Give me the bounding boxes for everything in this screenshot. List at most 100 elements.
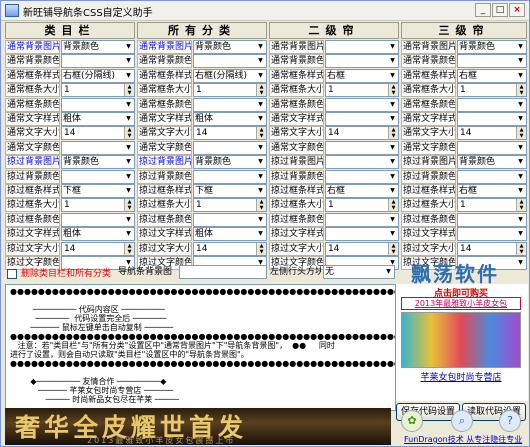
setting-label: 掠过背景图片 [5,155,60,169]
setting-spinner[interactable]: 14 ▲ ▼ [325,126,399,140]
setting-select[interactable]: ▼ [325,170,399,184]
setting-spinner[interactable]: 1 ▲ ▼ [457,83,527,97]
setting-select[interactable]: 右框 ▼ [325,69,399,83]
setting-select[interactable]: 粗体 ▼ [193,227,267,241]
setting-label: 掠过框条样式 [269,184,324,198]
setting-select[interactable]: ▼ [193,98,267,112]
setting-select[interactable]: ▼ [61,54,135,68]
setting-select[interactable]: 背景颜色 ▼ [457,40,527,54]
setting-label: 通常框条样式 [5,69,60,83]
setting-select[interactable]: ▼ [457,98,527,112]
spin-down-icon[interactable]: ▼ [124,90,134,96]
delete-checkbox[interactable] [7,269,17,279]
setting-select[interactable]: ▼ [325,227,399,241]
setting-spinner[interactable]: 1 ▲ ▼ [325,83,399,97]
spin-down-icon[interactable]: ▼ [516,133,526,139]
setting-select[interactable]: 背景颜色 ▼ [193,40,267,54]
setting-select[interactable]: ▼ [457,213,527,227]
setting-spinner[interactable]: 14 ▲ ▼ [457,126,527,140]
setting-select[interactable]: ▼ [325,141,399,155]
setting-spinner[interactable]: 14 ▲ ▼ [61,126,135,140]
spin-down-icon[interactable]: ▼ [388,249,398,255]
setting-label: 通常文字大小 [137,126,192,140]
setting-select[interactable]: 下框 ▼ [61,184,135,198]
spin-down-icon[interactable]: ▼ [256,133,266,139]
setting-select[interactable]: ▼ [457,170,527,184]
setting-spinner[interactable]: 1 ▲ ▼ [61,198,135,212]
ad-caption[interactable]: 芊莱女包时尚专营店 [401,370,521,383]
setting-select[interactable]: 背景颜色 ▼ [457,155,527,169]
setting-spinner[interactable]: 1 ▲ ▼ [61,83,135,97]
setting-select[interactable]: 粗体 ▼ [61,227,135,241]
help-icon[interactable]: ? [499,410,521,432]
setting-spinner[interactable]: 1 ▲ ▼ [193,198,267,212]
setting-spinner[interactable]: 14 ▲ ▼ [193,126,267,140]
setting-spinner[interactable]: 14 ▲ ▼ [61,242,135,256]
spin-down-icon[interactable]: ▼ [256,205,266,211]
setting-select[interactable]: 下框 ▼ [193,184,267,198]
ad-top-link[interactable]: 2013年最雅致小羊皮女包 [401,297,521,310]
setting-select[interactable]: 右框 ▼ [457,69,527,83]
setting-select[interactable]: ▼ [457,112,527,126]
setting-select[interactable]: 右框(分隔线) ▼ [193,69,267,83]
setting-select[interactable]: ▼ [193,141,267,155]
setting-spinner[interactable]: 1 ▲ ▼ [457,198,527,212]
search-icon[interactable]: ⌕ [451,410,473,432]
setting-select[interactable]: ▼ [325,40,399,54]
setting-select[interactable]: ▼ [325,54,399,68]
spin-down-icon[interactable]: ▼ [124,205,134,211]
setting-select[interactable]: ▼ [61,98,135,112]
setting-spinner[interactable]: 1 ▲ ▼ [325,198,399,212]
setting-select[interactable]: ▼ [457,54,527,68]
setting-select[interactable]: ▼ [61,170,135,184]
setting-spinner[interactable]: 14 ▲ ▼ [193,242,267,256]
setting-select[interactable]: ▼ [61,141,135,155]
setting-select[interactable]: 背景颜色 ▼ [61,155,135,169]
setting-select[interactable]: ▼ [193,170,267,184]
chevron-down-icon: ▼ [123,171,134,183]
setting-select[interactable]: ▼ [61,213,135,227]
promo-banner[interactable]: 奢华全皮耀世首发 2013最雅致小羊皮女包震撼上市 [5,408,391,445]
flower-icon[interactable]: ✿ [401,410,423,432]
setting-select[interactable]: ▼ [193,54,267,68]
footer-credit[interactable]: FunDragon技术 从专注隐往专业 [404,434,529,445]
setting-select[interactable]: ▼ [457,227,527,241]
setting-select[interactable]: ▼ [193,213,267,227]
spin-down-icon[interactable]: ▼ [516,249,526,255]
minimize-button[interactable]: _ [475,3,491,17]
spin-down-icon[interactable]: ▼ [516,205,526,211]
spin-down-icon[interactable]: ▼ [516,90,526,96]
setting-spinner[interactable]: 1 ▲ ▼ [193,83,267,97]
setting-select[interactable]: ▼ [325,213,399,227]
setting-select[interactable]: 右框 ▼ [457,184,527,198]
setting-select[interactable]: ▼ [457,141,527,155]
setting-select[interactable]: 背景颜色 ▼ [193,155,267,169]
ad-image [401,312,521,368]
spin-down-icon[interactable]: ▼ [256,90,266,96]
close-button[interactable]: × [509,3,525,17]
code-output-area[interactable]: ●●●●●●●●●●●●●●●●●●●●●●●●●●●●●●●●●●●●●●●●… [5,284,396,411]
nav-bg-input[interactable] [179,265,267,279]
setting-select[interactable]: ▼ [325,112,399,126]
maximize-button[interactable]: □ [492,3,508,17]
setting-select[interactable]: 粗体 ▼ [193,112,267,126]
setting-spinner[interactable]: 14 ▲ ▼ [325,242,399,256]
spin-down-icon[interactable]: ▼ [388,205,398,211]
ad-panel[interactable]: 点击即可购买 2013年最雅致小羊皮女包 芊莱女包时尚专营店 [396,284,528,401]
setting-label: 通常文字颜色 [269,141,324,155]
chevron-down-icon: ▼ [255,214,266,226]
spin-down-icon[interactable]: ▼ [256,249,266,255]
setting-select[interactable]: ▼ [325,98,399,112]
setting-select[interactable]: 右框 ▼ [325,184,399,198]
setting-select[interactable]: 粗体 ▼ [61,112,135,126]
setting-select[interactable]: 右框(分隔线) ▼ [61,69,135,83]
setting-spinner[interactable]: 14 ▲ ▼ [457,242,527,256]
setting-select[interactable]: ▼ [325,155,399,169]
setting-select[interactable]: 背景颜色 ▼ [61,40,135,54]
left-inline-select[interactable]: 无 ▼ [323,265,395,279]
spin-down-icon[interactable]: ▼ [124,133,134,139]
spin-down-icon[interactable]: ▼ [388,133,398,139]
spin-down-icon[interactable]: ▼ [388,90,398,96]
setting-label: 掠过文字样式 [269,227,324,241]
spin-down-icon[interactable]: ▼ [124,249,134,255]
